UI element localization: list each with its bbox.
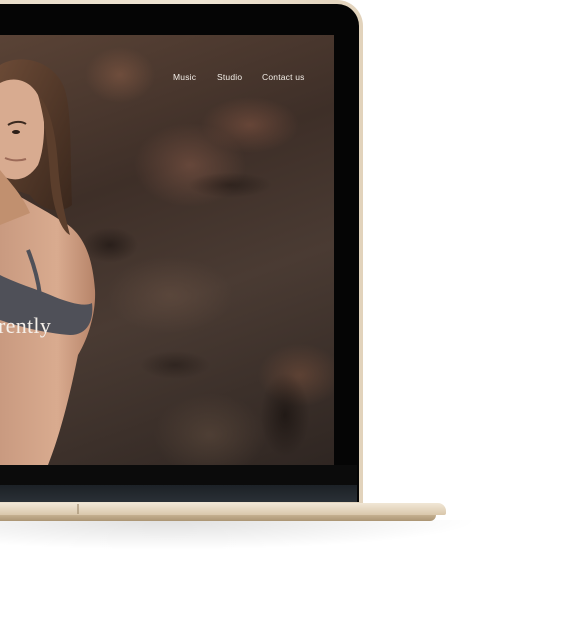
laptop-screen: Music Studio Contact us rently: [0, 35, 334, 465]
laptop-base-notch: [77, 504, 79, 514]
nav-link-studio[interactable]: Studio: [217, 72, 242, 82]
laptop-base: [0, 503, 446, 515]
laptop-shadow: [0, 520, 480, 550]
laptop-hinge-strip: [0, 485, 357, 502]
laptop-base-lip: [0, 515, 436, 521]
laptop-bottom-bezel: [0, 465, 357, 485]
nav-link-contact-us[interactable]: Contact us: [262, 72, 305, 82]
nav-link-music[interactable]: Music: [173, 72, 196, 82]
page-stage: Music Studio Contact us rently: [0, 0, 582, 630]
hero-photo-person: [0, 59, 96, 465]
hero-heading: rently: [0, 313, 52, 338]
